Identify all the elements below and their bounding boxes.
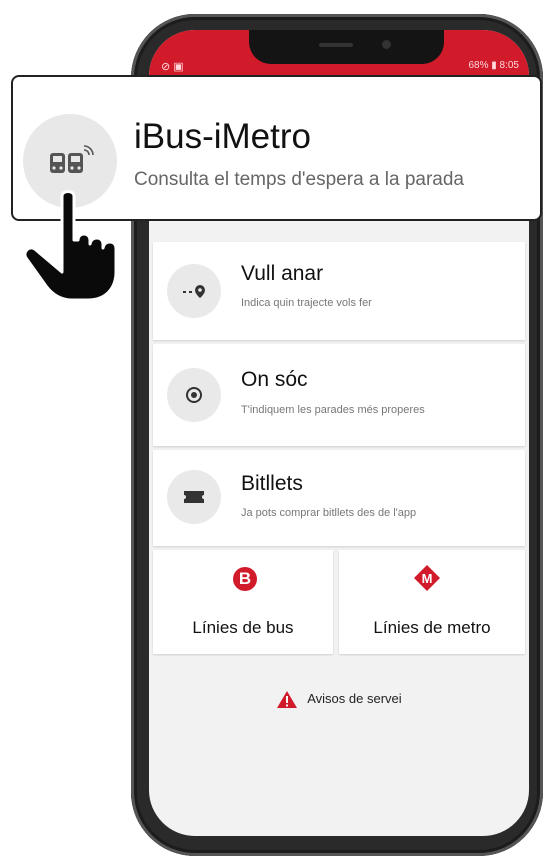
menu-item-on-soc[interactable]: On sóc T'indiquem les parades més proper… (153, 344, 525, 446)
status-icons-right: 68% ▮ 8:05 (468, 60, 519, 71)
bus-badge-icon: B (233, 567, 257, 591)
app-name: iBus-iMetro (134, 117, 311, 156)
status-icons-left: ⊘ ▣ (161, 61, 184, 73)
service-alerts-link[interactable]: Avisos de servei (149, 690, 529, 709)
speaker-grille (319, 43, 353, 47)
phone-notch (249, 30, 444, 64)
app-description: Consulta el temps d'espera a la parada (134, 169, 464, 190)
menu-item-title: On sóc (241, 368, 308, 391)
menu-item-subtitle: Ja pots comprar bitllets des de l'app (241, 507, 417, 519)
tile-bus-lines[interactable]: B Línies de bus (153, 550, 333, 654)
service-alerts-label: Avisos de servei (307, 690, 402, 706)
location-icon (167, 368, 221, 422)
pointing-hand-icon (23, 190, 118, 302)
menu-item-vull-anar[interactable]: Vull anar Indica quin trajecte vols fer (153, 242, 525, 340)
tile-metro-lines[interactable]: M Línies de metro (339, 550, 525, 654)
route-icon (167, 264, 221, 318)
tile-label: Línies de metro (373, 618, 491, 637)
menu-item-bitllets[interactable]: Bitllets Ja pots comprar bitllets des de… (153, 450, 525, 546)
menu-item-title: Vull anar (241, 262, 324, 285)
ticket-icon (167, 470, 221, 524)
front-camera (382, 40, 391, 49)
menu-item-title: Bitllets (241, 472, 303, 495)
warning-icon (277, 691, 298, 708)
metro-badge-icon: M (414, 565, 440, 591)
svg-text:M: M (422, 571, 433, 586)
menu-item-subtitle: T'indiquem les parades més properes (241, 404, 425, 416)
menu-item-subtitle: Indica quin trajecte vols fer (241, 297, 372, 309)
tile-label: Línies de bus (192, 618, 294, 637)
